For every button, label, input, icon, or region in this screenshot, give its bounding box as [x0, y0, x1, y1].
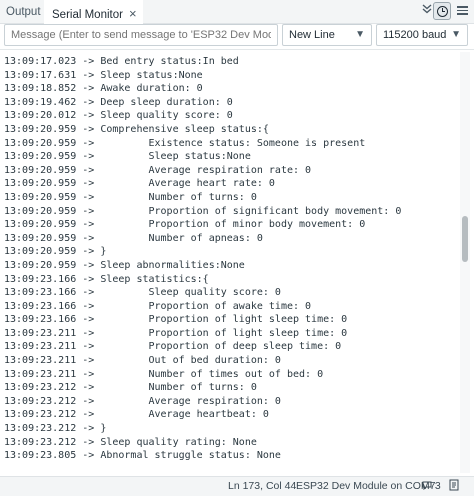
console-line: 13:09:17.023 -> Bed entry status:In bed — [4, 56, 239, 67]
console-line: 13:09:23.212 -> Number of turns: 0 — [4, 382, 257, 394]
notification-count-value: 3 — [434, 480, 441, 492]
console-line: 13:09:20.959 -> Comprehensive sleep stat… — [4, 123, 269, 135]
tab-serial-monitor-label: Serial Monitor — [52, 9, 123, 21]
baud-rate-select[interactable]: 115200 baud ▼ — [376, 24, 468, 46]
console-line: 13:09:20.959 -> Proportion of minor body… — [4, 219, 366, 231]
bell-svg — [449, 479, 459, 491]
clock-face — [436, 6, 448, 17]
clock-icon[interactable] — [433, 2, 451, 20]
console-line: 13:09:18.852 -> Awake duration: 0 — [4, 83, 203, 95]
console-line: 13:09:23.211 -> Proportion of light slee… — [4, 327, 348, 339]
console-line: 13:09:23.166 -> Sleep statistics:{ — [4, 273, 209, 285]
console-line: 13:09:23.166 -> Proportion of light slee… — [4, 314, 348, 326]
console-line: 13:09:20.959 -> Average heart rate: 0 — [4, 178, 275, 190]
console-line: 13:09:23.211 -> Number of times out of b… — [4, 368, 324, 380]
notification-count[interactable]: 3 — [422, 477, 441, 496]
console-line: 13:09:20.959 -> Sleep abnormalities:None — [4, 259, 245, 271]
line-ending-select[interactable]: New Line ▼ — [282, 24, 372, 46]
console-line: 13:09:20.959 -> } — [4, 246, 107, 258]
menu-icon[interactable] — [453, 2, 471, 20]
chevron-down-icon: ▼ — [451, 29, 461, 40]
cursor-position[interactable]: Ln 173, Col 44 — [228, 477, 296, 496]
notification-icon — [422, 481, 432, 491]
tab-serial-monitor[interactable]: Serial Monitor × — [44, 0, 143, 25]
console-line: 13:09:20.959 -> Average respiration rate… — [4, 164, 312, 176]
console-line: 13:09:19.462 -> Deep sleep duration: 0 — [4, 96, 233, 108]
console-line: 13:09:23.211 -> Proportion of deep sleep… — [4, 341, 342, 353]
console-line: 13:09:23.212 -> Sleep quality rating: No… — [4, 436, 257, 448]
chevron-down-icon: ▼ — [355, 29, 365, 40]
console-line: 13:09:23.212 -> Average heartbeat: 0 — [4, 409, 269, 421]
status-bar: Ln 173, Col 44 ESP32 Dev Module on COM7 … — [0, 476, 474, 496]
close-icon[interactable]: × — [129, 2, 137, 26]
panel-tab-bar: Output Serial Monitor × — [0, 0, 474, 25]
console-line: 13:09:17.631 -> Sleep status:None — [4, 69, 203, 81]
console-line: 13:09:20.959 -> Number of apneas: 0 — [4, 232, 263, 244]
chevron-double-down-svg — [422, 4, 432, 14]
scrollbar-track[interactable] — [460, 52, 470, 473]
scrollbar-thumb[interactable] — [462, 216, 468, 262]
line-ending-value: New Line — [289, 29, 335, 41]
console-line: 13:09:23.805 -> Abnormal struggle status… — [4, 450, 281, 462]
console-line: 13:09:20.012 -> Sleep quality score: 0 — [4, 110, 233, 122]
console-line: 13:09:20.959 -> Proportion of significan… — [4, 205, 402, 217]
console-line: 13:09:23.212 -> Average respiration: 0 — [4, 395, 281, 407]
console-line: 13:09:20.959 -> Existence status: Someon… — [4, 137, 366, 149]
serial-output[interactable]: 13:09:17.023 -> Bed entry status:In bed 1… — [0, 55, 458, 473]
console-line: 13:09:20.959 -> Sleep status:None — [4, 151, 251, 163]
console-line: 13:09:23.166 -> Sleep quality score: 0 — [4, 287, 281, 299]
bell-icon[interactable] — [448, 477, 460, 496]
console-line: 13:09:23.211 -> Out of bed duration: 0 — [4, 355, 281, 367]
baud-rate-value: 115200 baud — [383, 29, 447, 41]
menu-lines — [456, 6, 468, 17]
message-input[interactable] — [4, 24, 278, 46]
board-port-status[interactable]: ESP32 Dev Module on COM7 — [296, 477, 435, 496]
console-line: 13:09:23.212 -> } — [4, 423, 107, 435]
tab-output[interactable]: Output — [6, 0, 41, 24]
console-line: 13:09:23.166 -> Proportion of awake time… — [4, 300, 312, 312]
console-line: 13:09:20.959 -> Number of turns: 0 — [4, 191, 257, 203]
toolbar-divider — [0, 49, 474, 50]
serial-toolbar: New Line ▼ 115200 baud ▼ — [0, 24, 474, 48]
